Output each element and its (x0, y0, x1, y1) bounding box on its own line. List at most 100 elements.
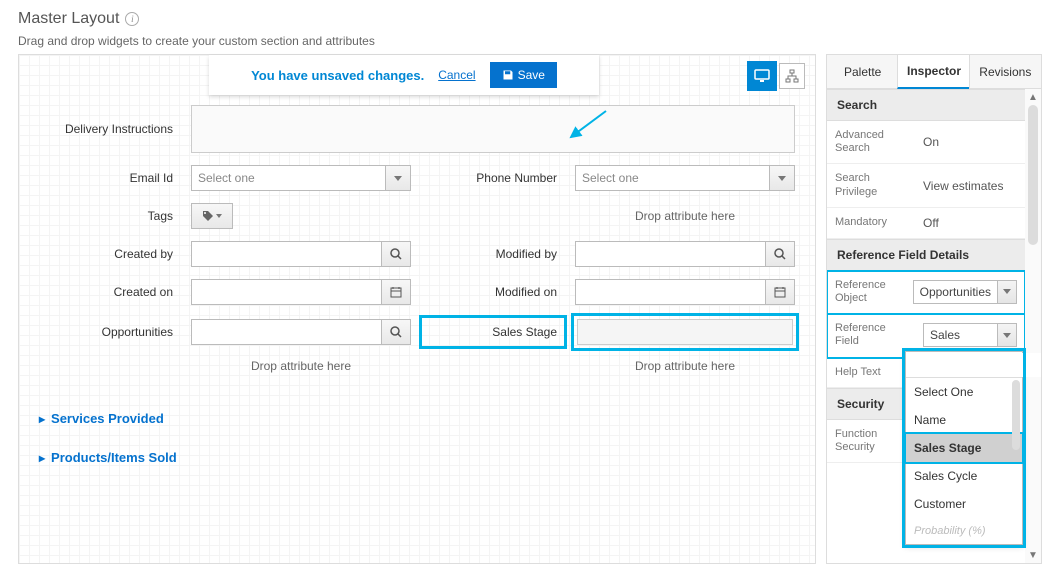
main-area: You have unsaved changes. Cancel Save De… (0, 54, 1060, 564)
kv-key: Help Text (827, 358, 915, 387)
reference-object-value: Opportunities (913, 280, 997, 304)
structure-view-button[interactable] (779, 63, 805, 89)
tag-icon (202, 210, 214, 222)
section-header-reference: Reference Field Details (827, 239, 1025, 271)
email-select-value: Select one (191, 165, 385, 191)
cancel-link[interactable]: Cancel (438, 68, 475, 82)
reference-field-dropdown: Select One Name Sales Stage Sales Cycle … (905, 351, 1023, 545)
sales-stage-input[interactable] (577, 319, 793, 345)
view-toggle (749, 63, 805, 89)
panel-body: Search Advanced Search On Search Privile… (827, 89, 1041, 563)
created-on-input[interactable] (191, 279, 411, 305)
delivery-instructions-textarea[interactable] (191, 105, 795, 153)
kv-val: Off (915, 208, 1025, 238)
tags-button[interactable] (191, 203, 233, 229)
dropdown-option[interactable]: Sales Cycle (906, 462, 1022, 490)
search-icon[interactable] (381, 319, 411, 345)
sales-stage-field-wrap[interactable] (575, 317, 795, 347)
dropdown-option[interactable]: Customer (906, 490, 1022, 518)
unsaved-changes-bar: You have unsaved changes. Cancel Save (209, 55, 599, 95)
chevron-down-icon (769, 165, 795, 191)
reference-field-select[interactable]: Sales Stage (923, 323, 1017, 347)
search-icon[interactable] (765, 241, 795, 267)
kv-key: Mandatory (827, 208, 915, 238)
kv-val: On (915, 121, 1025, 163)
page-title: Master Layout i (18, 10, 1042, 28)
kv-key: Advanced Search (827, 121, 915, 163)
scroll-thumb[interactable] (1012, 380, 1020, 450)
chevron-down-icon (385, 165, 411, 191)
modified-on-input[interactable] (575, 279, 795, 305)
calendar-icon[interactable] (381, 279, 411, 305)
search-icon[interactable] (381, 241, 411, 267)
monitor-icon (754, 69, 770, 83)
created-by-input[interactable] (191, 241, 411, 267)
kv-key: Search Privilege (827, 164, 915, 206)
reference-field-value: Sales Stage (923, 323, 997, 347)
dropdown-list: Select One Name Sales Stage Sales Cycle … (906, 378, 1022, 544)
kv-val: Opportunities (905, 271, 1025, 313)
save-icon (502, 69, 514, 81)
page-subtitle: Drag and drop widgets to create your cus… (18, 34, 1042, 48)
info-icon[interactable]: i (125, 12, 139, 26)
side-panel: Palette Inspector Revisions Search Advan… (826, 54, 1042, 564)
panel-scrollbar[interactable]: ▲ ▼ (1025, 89, 1041, 563)
email-select[interactable]: Select one (191, 165, 411, 191)
kv-key: Reference Field (827, 314, 915, 356)
dropdown-option[interactable]: Probability (%) (906, 518, 1022, 544)
field-label-created-by: Created by (39, 247, 179, 261)
section-services[interactable]: ▸ Services Provided (19, 403, 815, 434)
page-title-text: Master Layout (18, 10, 119, 28)
opportunities-input[interactable] (191, 319, 411, 345)
save-button-label: Save (518, 68, 545, 82)
field-label-tags: Tags (39, 209, 179, 223)
calendar-icon[interactable] (765, 279, 795, 305)
scroll-down-icon[interactable]: ▼ (1025, 547, 1041, 563)
drop-hint[interactable]: Drop attribute here (191, 359, 411, 373)
tab-palette[interactable]: Palette (826, 54, 899, 89)
phone-select[interactable]: Select one (575, 165, 795, 191)
field-label-phone: Phone Number (423, 171, 563, 185)
side-tabs: Palette Inspector Revisions (827, 55, 1041, 89)
page-header: Master Layout i Drag and drop widgets to… (0, 0, 1060, 54)
field-label-delivery: Delivery Instructions (39, 122, 179, 136)
layout-canvas[interactable]: You have unsaved changes. Cancel Save De… (18, 54, 816, 564)
dropdown-option[interactable]: Select One (906, 378, 1022, 406)
chevron-down-icon (997, 280, 1017, 304)
section-products-label: Products/Items Sold (51, 450, 177, 465)
field-label-modified-on: Modified on (423, 285, 563, 299)
field-label-created-on: Created on (39, 285, 179, 299)
reference-object-select[interactable]: Opportunities (913, 280, 1017, 304)
chevron-right-icon: ▸ (39, 412, 45, 426)
field-label-sales-stage[interactable]: Sales Stage (423, 319, 563, 345)
phone-select-value: Select one (575, 165, 769, 191)
tab-inspector[interactable]: Inspector (897, 54, 970, 89)
kv-row: Advanced Search On (827, 121, 1025, 164)
dropdown-option[interactable]: Name (906, 406, 1022, 434)
scroll-up-icon[interactable]: ▲ (1025, 89, 1041, 105)
unsaved-message: You have unsaved changes. (251, 68, 424, 83)
tags-cell (191, 203, 411, 229)
reference-object-row: Reference Object Opportunities (827, 271, 1025, 314)
tab-revisions[interactable]: Revisions (969, 54, 1042, 89)
save-button[interactable]: Save (490, 62, 557, 88)
kv-key: Reference Object (827, 271, 905, 313)
kv-key: Function Security (827, 420, 915, 462)
kv-row: Search Privilege View estimates (827, 164, 1025, 207)
scroll-thumb[interactable] (1028, 105, 1038, 245)
modified-by-input[interactable] (575, 241, 795, 267)
section-header-search: Search (827, 89, 1025, 121)
field-label-modified-by: Modified by (423, 247, 563, 261)
dropdown-option-selected[interactable]: Sales Stage (906, 434, 1022, 462)
dropdown-search (906, 352, 1022, 378)
field-label-opportunities: Opportunities (39, 325, 179, 339)
drop-hint[interactable]: Drop attribute here (575, 209, 795, 223)
drop-hint[interactable]: Drop attribute here (575, 359, 795, 373)
dropdown-search-input[interactable] (906, 353, 1041, 377)
kv-row: Mandatory Off (827, 208, 1025, 239)
field-label-email: Email Id (39, 171, 179, 185)
chevron-down-icon (997, 323, 1017, 347)
dropdown-scrollbar[interactable] (1010, 378, 1022, 544)
desktop-view-button[interactable] (749, 63, 775, 89)
section-products[interactable]: ▸ Products/Items Sold (19, 442, 815, 473)
